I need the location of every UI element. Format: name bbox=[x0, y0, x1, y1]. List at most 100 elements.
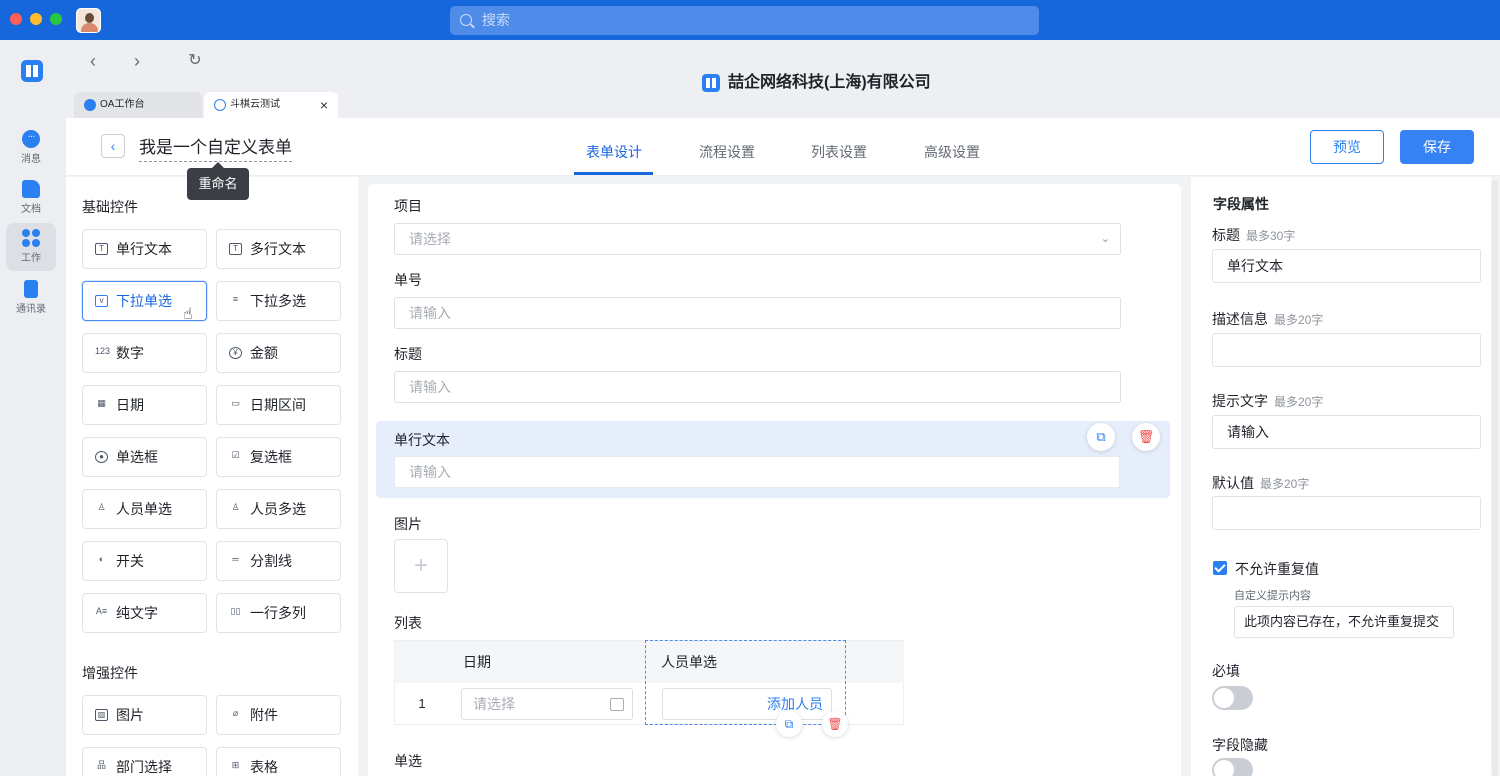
copy-column-button[interactable]: ⧉ bbox=[776, 711, 802, 737]
tab-form-design[interactable]: 表单设计 bbox=[586, 142, 642, 162]
add-person-button[interactable]: 添加人员 bbox=[662, 688, 832, 720]
yuan-icon: ¥ bbox=[229, 347, 242, 359]
toggle-icon: ◐ bbox=[95, 554, 108, 566]
widget-label: 人员多选 bbox=[250, 501, 306, 517]
widget-date[interactable]: ▦日期 bbox=[82, 385, 207, 425]
image-upload-button[interactable]: + bbox=[394, 539, 448, 593]
pointer-cursor-icon: ☝ bbox=[183, 304, 193, 324]
list-check-icon: ≡ bbox=[229, 294, 242, 306]
field-label-image: 图片 bbox=[394, 514, 422, 534]
widget-single-line-text[interactable]: T单行文本 bbox=[82, 229, 207, 269]
hidden-toggle[interactable] bbox=[1212, 758, 1253, 776]
maximize-window-button[interactable] bbox=[50, 13, 62, 25]
title-input[interactable]: 请输入 bbox=[394, 371, 1121, 403]
widget-number[interactable]: 123数字 bbox=[82, 333, 207, 373]
widget-label: 一行多列 bbox=[250, 605, 306, 621]
refresh-icon[interactable]: ↻ bbox=[186, 52, 204, 70]
prop-label-text: 标题 bbox=[1212, 227, 1240, 243]
delete-column-button[interactable]: 🗑 bbox=[822, 711, 848, 737]
project-select[interactable]: 请选择 ⌄ bbox=[394, 223, 1121, 255]
single-line-input[interactable]: 请输入 bbox=[394, 456, 1120, 488]
input-placeholder: 请输入 bbox=[409, 464, 451, 480]
input-placeholder: 请输入 bbox=[409, 305, 451, 321]
work-icon bbox=[22, 229, 40, 247]
input-placeholder: 请输入 bbox=[409, 379, 451, 395]
app-grid-icon[interactable] bbox=[21, 60, 43, 82]
widget-checkbox[interactable]: ☑复选框 bbox=[216, 437, 341, 477]
tab-list-settings[interactable]: 列表设置 bbox=[811, 142, 867, 162]
preview-button[interactable]: 预览 bbox=[1310, 130, 1384, 164]
app-sidebar: 消息 文档 工作 通讯录 bbox=[0, 40, 66, 776]
company-logo-icon bbox=[702, 74, 720, 92]
required-toggle[interactable] bbox=[1212, 686, 1253, 710]
widget-radio[interactable]: ●单选框 bbox=[82, 437, 207, 477]
widget-image[interactable]: ▨图片 bbox=[82, 695, 207, 735]
widget-dropdown-multi[interactable]: ≡下拉多选 bbox=[216, 281, 341, 321]
form-name[interactable]: 我是一个自定义表单 bbox=[139, 133, 292, 162]
widget-label: 图片 bbox=[116, 707, 144, 723]
user-avatar[interactable] bbox=[76, 8, 101, 33]
copy-field-button[interactable]: ⧉ bbox=[1087, 423, 1115, 451]
custom-tip-input[interactable]: 此项内容已存在，不允许重复提交 bbox=[1234, 606, 1454, 638]
tab-process-settings[interactable]: 流程设置 bbox=[699, 142, 755, 162]
global-search-input[interactable]: 搜索 bbox=[450, 6, 1039, 35]
delete-field-button[interactable]: 🗑 bbox=[1132, 423, 1160, 451]
sidebar-item-label: 消息 bbox=[6, 150, 56, 165]
widget-attachment[interactable]: ⌀附件 bbox=[216, 695, 341, 735]
properties-scrollbar[interactable] bbox=[1492, 180, 1498, 776]
widget-multi-column[interactable]: ▯▯一行多列 bbox=[216, 593, 341, 633]
tab-douqiyun-test[interactable]: 斗棋云测试 × bbox=[204, 92, 338, 118]
form-designer-header: ‹ 我是一个自定义表单 重命名 表单设计 流程设置 列表设置 高级设置 预览 保… bbox=[66, 118, 1500, 176]
sidebar-item-messages[interactable]: 消息 bbox=[6, 124, 56, 172]
widget-table[interactable]: ⊞表格 bbox=[216, 747, 341, 776]
calendar-range-icon: ▭ bbox=[229, 398, 242, 410]
no-duplicate-checkbox[interactable] bbox=[1213, 561, 1227, 575]
forward-nav-button[interactable]: › bbox=[128, 52, 146, 70]
prop-tip-label: 提示文字最多20字 bbox=[1212, 391, 1323, 411]
widget-plain-text[interactable]: A≡纯文字 bbox=[82, 593, 207, 633]
save-button[interactable]: 保存 bbox=[1400, 130, 1474, 164]
sidebar-item-documents[interactable]: 文档 bbox=[6, 174, 56, 222]
widget-person-single[interactable]: ♙人员单选 bbox=[82, 489, 207, 529]
sidebar-item-work[interactable]: 工作 bbox=[6, 223, 56, 271]
close-icon[interactable]: × bbox=[320, 92, 328, 118]
properties-title: 字段属性 bbox=[1213, 194, 1269, 214]
person-icon: ♙ bbox=[95, 502, 108, 514]
prop-title-input[interactable]: 单行文本 bbox=[1212, 249, 1481, 283]
back-nav-button[interactable]: ‹ bbox=[84, 52, 102, 70]
tab-label: 斗棋云测试 bbox=[230, 99, 280, 110]
number-input[interactable]: 请输入 bbox=[394, 297, 1121, 329]
tab-advanced-settings[interactable]: 高级设置 bbox=[924, 142, 980, 162]
date-picker-input[interactable]: 请选择 bbox=[461, 688, 633, 720]
prop-tip-input[interactable]: 请输入 bbox=[1212, 415, 1481, 449]
prop-label-text: 描述信息 bbox=[1212, 311, 1268, 327]
widget-divider[interactable]: ═分割线 bbox=[216, 541, 341, 581]
rename-tooltip: 重命名 bbox=[187, 168, 249, 200]
widget-date-range[interactable]: ▭ 日期区间 bbox=[216, 385, 341, 425]
widget-amount[interactable]: ¥金额 bbox=[216, 333, 341, 373]
widget-multi-line-text[interactable]: T 多行文本 bbox=[216, 229, 341, 269]
prop-desc-input[interactable] bbox=[1212, 333, 1481, 367]
selected-column-person[interactable]: 添加人员 ⧉ 🗑 bbox=[645, 640, 846, 725]
tab-oa-workbench[interactable]: OA工作台 bbox=[74, 92, 202, 118]
prop-label-text: 提示文字 bbox=[1212, 393, 1268, 409]
minimize-window-button[interactable] bbox=[30, 13, 42, 25]
widget-switch[interactable]: ◐开关 bbox=[82, 541, 207, 581]
textarea-icon: T bbox=[229, 243, 242, 255]
table-header-date: 日期 bbox=[449, 641, 647, 683]
copy-icon: ⧉ bbox=[1096, 429, 1105, 444]
widget-department[interactable]: 品部门选择 bbox=[82, 747, 207, 776]
sidebar-item-contacts[interactable]: 通讯录 bbox=[6, 274, 56, 322]
selected-field-single-line-text[interactable]: 单行文本 请输入 ⧉ 🗑 bbox=[376, 421, 1170, 498]
close-window-button[interactable] bbox=[10, 13, 22, 25]
required-label: 必填 bbox=[1212, 661, 1240, 681]
prop-default-input[interactable] bbox=[1212, 496, 1481, 530]
widget-label: 多行文本 bbox=[250, 241, 306, 257]
back-button[interactable]: ‹ bbox=[101, 134, 125, 158]
dropdown-icon: v bbox=[95, 295, 108, 307]
plain-text-icon: A≡ bbox=[95, 606, 108, 618]
widget-person-multi[interactable]: ♙人员多选 bbox=[216, 489, 341, 529]
copy-icon: ⧉ bbox=[785, 717, 794, 731]
widget-label: 日期区间 bbox=[250, 397, 306, 413]
custom-tip-label: 自定义提示内容 bbox=[1234, 587, 1311, 603]
